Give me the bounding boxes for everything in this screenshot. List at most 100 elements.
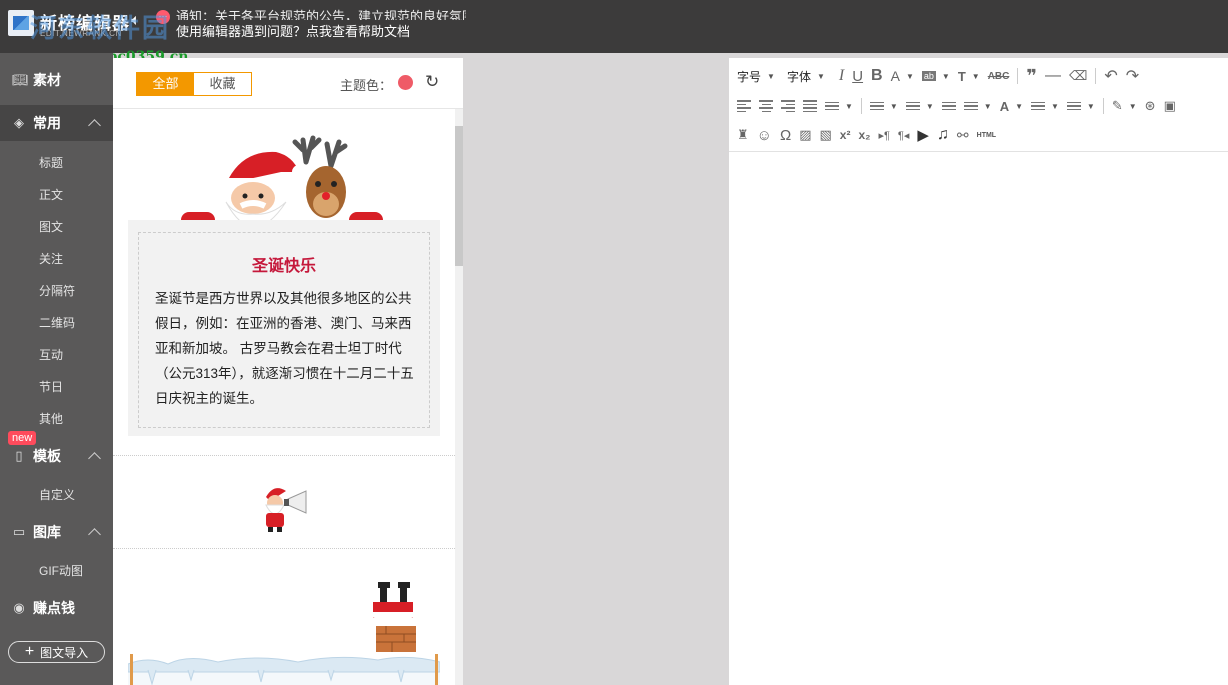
notice-text[interactable]: 通知：关于各平台规范的公告，建立规范的良好氛围…… (176, 6, 466, 20)
caret-down-icon: ▼ (925, 101, 934, 111)
sidebar-item-common[interactable]: ◈ 常用 (0, 105, 113, 141)
editor-content[interactable] (729, 153, 1228, 685)
sidebar-item-material[interactable]: 📖︎ 素材 (0, 62, 113, 98)
caret-down-icon: ▼ (1015, 101, 1023, 111)
caret-down-icon: ▼ (983, 101, 992, 111)
paragraph-spacing-icon[interactable]: ▼ (963, 96, 992, 116)
sidebar-sub-divider[interactable]: 分隔符 (39, 282, 75, 299)
magic-wand-icon[interactable]: ✎ ▼ (1112, 96, 1137, 116)
text-style-icon[interactable]: T ▼ (958, 66, 980, 86)
font-size-label: 字号 (737, 69, 762, 84)
toolbar-row: ▼ ▼ ▼ ▼ A ▼ ▼ ▼ ✎ ▼ ⊛ ▣ (737, 94, 1184, 118)
santa-chimney-illustration[interactable] (128, 576, 440, 685)
music-icon[interactable]: ♫ (937, 125, 949, 145)
video-icon[interactable]: ▶ (917, 125, 929, 145)
sidebar-item-earn[interactable]: ◉ 赚点钱 (0, 590, 113, 626)
watermark-text: 河东软件园 (30, 13, 171, 43)
tab-favorites[interactable]: 收藏 (194, 73, 251, 95)
bold-icon[interactable]: B (871, 66, 883, 86)
sidebar-item-gallery[interactable]: ▭ 图库 (0, 514, 113, 550)
strikethrough-icon[interactable]: ABC (988, 66, 1010, 86)
horizontal-rule-icon[interactable]: — (1045, 66, 1061, 86)
rtl-icon[interactable]: ¶◂ (898, 125, 909, 145)
caret-down-icon: ▼ (941, 71, 950, 81)
caret-down-icon: ▼ (816, 71, 825, 81)
font-family-select[interactable]: 字体 ▼ (787, 66, 825, 86)
sidebar-sub-custom[interactable]: 自定义 (39, 486, 75, 503)
caret-down-icon: ▼ (845, 101, 853, 111)
toolbar-row: 字号 ▼ 字体 ▼ I U B A ▼ ab ▼ T ▼ ABC ❞ — ⌫ ↶ ↷ (737, 64, 1147, 88)
christmas-card[interactable]: 圣诞快乐 圣诞节是西方世界以及其他很多地区的公共假日，例如：在亚洲的香港、澳门、… (128, 220, 440, 436)
background-color-icon[interactable]: ab ▼ (921, 66, 950, 86)
coin-icon: ◉ (13, 600, 25, 615)
sidebar-item-label: 图库 (33, 524, 61, 540)
sidebar-sub-gif[interactable]: GIF动图 (39, 562, 83, 579)
tab-all[interactable]: 全部 (137, 73, 194, 95)
redo-icon[interactable]: ↷ (1126, 66, 1139, 86)
sidebar-sub-holiday[interactable]: 节日 (39, 378, 63, 395)
letter-spacing-icon[interactable]: ▼ (1066, 96, 1095, 116)
italic-icon[interactable]: I (839, 66, 844, 86)
indent-icon[interactable]: ▼ (825, 96, 853, 116)
font-size-select[interactable]: 字号 ▼ (737, 66, 775, 86)
toolbar-separator (860, 98, 862, 114)
quote-icon[interactable]: ❞ (1026, 66, 1037, 86)
sidebar-sub-qrcode[interactable]: 二维码 (39, 314, 75, 331)
preview-icon[interactable]: ▣ (1164, 96, 1176, 116)
line-height-icon[interactable] (941, 96, 956, 116)
underline-icon[interactable]: U (852, 66, 863, 86)
eraser-icon[interactable]: ⌫ (1069, 66, 1087, 86)
ordered-list-icon[interactable]: ▼ (869, 96, 898, 116)
image-icon: ▭ (12, 524, 26, 539)
subscript-icon[interactable]: x₂ (858, 125, 870, 145)
image-icon[interactable]: ▨ (799, 125, 811, 145)
font-family-label: 字体 (786, 69, 811, 84)
link-icon[interactable]: ⚯ (957, 125, 969, 145)
import-button[interactable]: + 图文导入 (8, 641, 105, 663)
help-link[interactable]: 使用编辑器遇到问题？点我查看帮助文档 (176, 21, 410, 40)
ltr-icon[interactable]: ▸¶ (878, 125, 889, 145)
theme-color-label: 主题色： (340, 78, 393, 93)
align-left-icon[interactable] (737, 96, 751, 116)
chevron-up-icon[interactable] (88, 528, 101, 541)
superscript-icon[interactable]: x² (840, 125, 851, 145)
undo-icon[interactable]: ↶ (1104, 66, 1117, 86)
top-bar: 新榜编辑器 EDIT.NEWRANK.CN 🔈︎ ··· 通知：关于各平台规范的… (0, 0, 1228, 53)
toolbar-separator (1095, 68, 1097, 84)
sidebar-sub-image-text[interactable]: 图文 (39, 218, 63, 235)
sidebar-sub-body[interactable]: 正文 (39, 186, 63, 203)
special-char-icon[interactable]: Ω (780, 125, 791, 145)
font-border-icon[interactable]: A ▼ (1000, 96, 1023, 116)
sidebar-sub-title[interactable]: 标题 (39, 154, 63, 171)
sidebar-sub-follow[interactable]: 关注 (39, 250, 63, 267)
html-source-button[interactable]: HTML (977, 125, 996, 145)
align-right-icon[interactable] (781, 96, 795, 116)
santa-megaphone-sticker[interactable] (258, 483, 314, 533)
sidebar-item-label: 常用 (33, 115, 61, 131)
reset-icon[interactable]: ↻ (425, 72, 439, 92)
chevron-up-icon[interactable] (88, 452, 101, 465)
chevron-up-icon[interactable] (88, 119, 101, 132)
align-justify-icon[interactable] (803, 96, 817, 116)
caret-down-icon: ▼ (971, 71, 980, 81)
scrollbar-thumb[interactable] (455, 126, 463, 266)
filter-tabs: 全部 收藏 (136, 72, 252, 96)
font-color-icon[interactable]: A ▼ (891, 66, 914, 86)
unordered-list-icon[interactable]: ▼ (905, 96, 934, 116)
image-upload-icon[interactable]: ▧ (820, 125, 832, 145)
row-spacing-icon[interactable]: ▼ (1031, 96, 1059, 116)
editor-toolbar: 字号 ▼ 字体 ▼ I U B A ▼ ab ▼ T ▼ ABC ❞ — ⌫ ↶ ↷ (729, 58, 1228, 152)
sidebar-sub-other[interactable]: 其他 (39, 410, 63, 427)
format-painter-icon[interactable]: ♜ (737, 125, 749, 145)
editor-area[interactable]: 字号 ▼ 字体 ▼ I U B A ▼ ab ▼ T ▼ ABC ❞ — ⌫ ↶ ↷ (729, 58, 1228, 685)
align-center-icon[interactable] (759, 96, 773, 116)
theme-color-swatch[interactable] (398, 75, 413, 90)
sidebar-item-template[interactable]: ▯ 模板 (0, 438, 113, 474)
plus-icon: + (24, 643, 35, 660)
search-replace-icon[interactable]: ⊛ (1145, 96, 1156, 116)
card-title: 圣诞快乐 (251, 258, 316, 275)
sidebar-sub-interaction[interactable]: 互动 (39, 346, 63, 363)
caret-down-icon: ▼ (905, 71, 914, 81)
caret-down-icon: ▼ (889, 101, 898, 111)
emoji-icon[interactable]: ☺ (757, 125, 772, 145)
